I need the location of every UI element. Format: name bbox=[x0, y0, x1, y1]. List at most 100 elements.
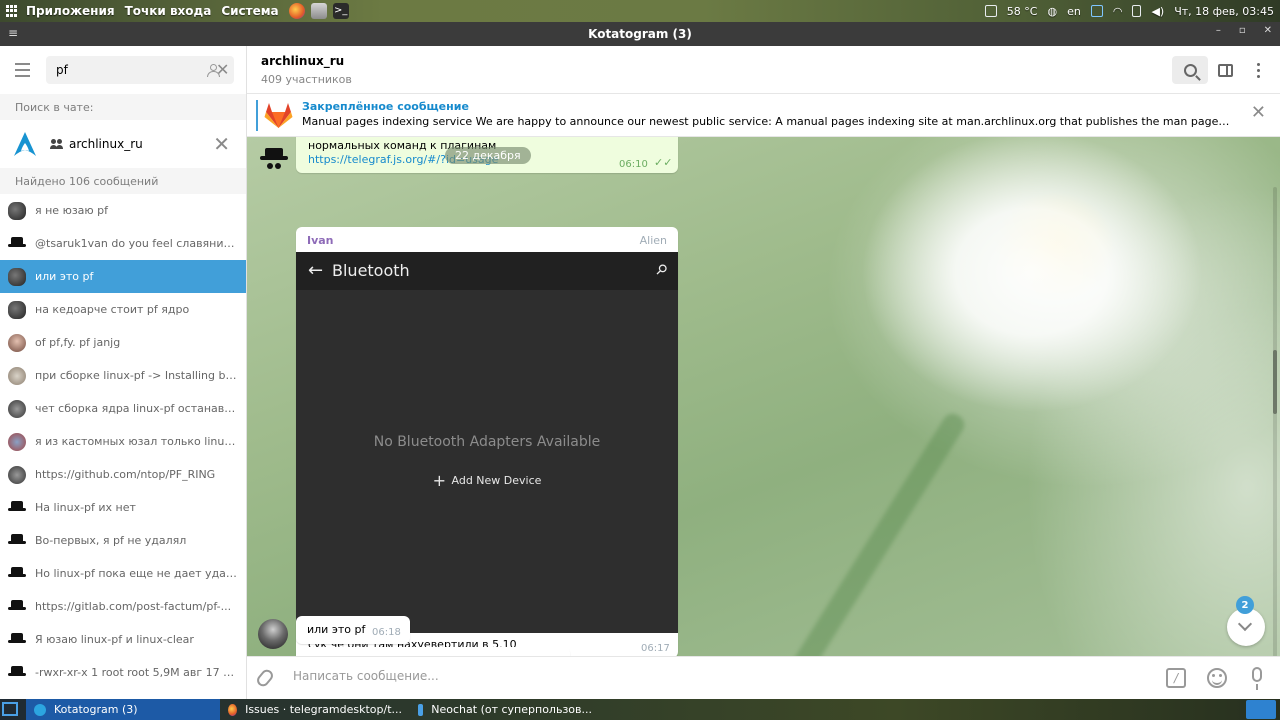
firefox-icon bbox=[228, 703, 238, 716]
avatar bbox=[8, 300, 26, 319]
telegram-tray-icon[interactable] bbox=[1246, 700, 1276, 719]
search-result-item[interactable]: при сборке linux-pf -> Installing bo... bbox=[0, 359, 246, 392]
terminal-launcher-icon[interactable]: >_ bbox=[332, 3, 349, 19]
neochat-icon bbox=[418, 703, 424, 716]
file-manager-launcher-icon[interactable] bbox=[310, 3, 327, 19]
message-input[interactable] bbox=[293, 669, 1093, 683]
chat-scrollbar[interactable] bbox=[1273, 187, 1277, 656]
search-result-item[interactable]: я из кастомных юзал только linux z... bbox=[0, 425, 246, 458]
avatar[interactable] bbox=[259, 142, 289, 172]
message-time: 06:17 bbox=[641, 643, 670, 654]
menu-applications[interactable]: Приложения bbox=[26, 4, 115, 18]
avatar bbox=[8, 235, 26, 253]
search-result-item[interactable]: https://github.com/ntop/PF_RING bbox=[0, 458, 246, 491]
volume-icon[interactable]: ◀) bbox=[1151, 5, 1164, 18]
task-firefox[interactable]: Issues · telegramdesktop/t... bbox=[220, 699, 410, 720]
message-bubble[interactable] bbox=[296, 647, 570, 656]
microphone-icon[interactable] bbox=[1252, 667, 1262, 690]
bluetooth-toolbar: ← Bluetooth ⚲ bbox=[296, 252, 678, 290]
search-result-text: я не юзаю pf bbox=[35, 204, 109, 217]
attach-paperclip-icon[interactable] bbox=[254, 667, 276, 689]
search-result-item[interactable]: На linux-pf их нет bbox=[0, 491, 246, 524]
firefox-launcher-icon[interactable] bbox=[288, 3, 305, 19]
cpu-sensor-icon[interactable] bbox=[984, 5, 997, 17]
menu-places[interactable]: Точки входа bbox=[125, 4, 212, 18]
shade-button[interactable]: ▫ bbox=[1239, 25, 1246, 36]
avatar bbox=[8, 432, 26, 451]
search-result-item[interactable]: -rwxr-xr-x 1 root root 5,9M авг 17 16:..… bbox=[0, 656, 246, 689]
globe-icon[interactable]: ◍ bbox=[1047, 5, 1057, 18]
search-results-list: я не юзаю pf @tsaruk1van do you feel слав… bbox=[0, 194, 246, 689]
search-result-text: или это pf bbox=[35, 270, 94, 283]
clock[interactable]: Чт, 18 фев, 03:45 bbox=[1174, 5, 1274, 18]
pinned-message-bar[interactable]: Закреплённое сообщение Manual pages inde… bbox=[247, 94, 1280, 137]
task-label: Issues · telegramdesktop/t... bbox=[245, 703, 402, 716]
menu-system[interactable]: Система bbox=[221, 4, 278, 18]
search-result-text: https://github.com/ntop/PF_RING bbox=[35, 468, 216, 481]
task-kotatogram[interactable]: Kotatogram (3) bbox=[26, 699, 220, 720]
close-window-button[interactable]: ✕ bbox=[1264, 25, 1272, 36]
search-result-text: Во-первых, я pf не удалял bbox=[35, 534, 187, 547]
gitlab-logo-icon bbox=[264, 103, 293, 128]
message-author[interactable]: Ivan bbox=[307, 234, 334, 247]
read-checkmarks-icon: ✓✓ bbox=[654, 156, 673, 169]
search-result-item[interactable]: Во-первых, я pf не удалял bbox=[0, 524, 246, 557]
more-options-button[interactable] bbox=[1240, 56, 1276, 84]
chat-member-count: 409 участников bbox=[261, 73, 352, 86]
window-menu-icon[interactable]: ≡ bbox=[8, 26, 18, 40]
avatar bbox=[8, 333, 26, 352]
search-result-item[interactable]: https://gitlab.com/post-factum/pf-... bbox=[0, 590, 246, 623]
clipboard-icon[interactable] bbox=[1090, 5, 1103, 17]
search-chat-scope[interactable]: archlinux_ru ✕ bbox=[0, 120, 246, 168]
search-result-text: https://gitlab.com/post-factum/pf-... bbox=[35, 600, 232, 613]
wifi-icon[interactable]: ◠ bbox=[1113, 5, 1123, 18]
search-result-text: на кедоарче стоит pf ядро bbox=[35, 303, 190, 316]
search-result-item[interactable]: Но linux-pf пока еще не дает удалит... bbox=[0, 557, 246, 590]
search-result-item[interactable]: или это pf bbox=[0, 260, 246, 293]
search-result-item[interactable]: я не юзаю pf bbox=[0, 194, 246, 227]
search-box: ✕ bbox=[46, 56, 234, 84]
task-neochat[interactable]: Neochat (от суперпользов... bbox=[410, 699, 600, 720]
search-result-item[interactable]: of pf,fy. pf janjg bbox=[0, 326, 246, 359]
avatar bbox=[8, 565, 26, 583]
avatar[interactable] bbox=[258, 619, 288, 649]
chevron-down-icon bbox=[1237, 616, 1253, 632]
search-result-text: при сборке linux-pf -> Installing bo... bbox=[35, 369, 237, 382]
hamburger-menu-icon[interactable] bbox=[15, 63, 30, 77]
search-result-text: Я юзаю linux-pf и linux-clear bbox=[35, 633, 194, 646]
wallpaper-decoration bbox=[747, 410, 969, 656]
search-in-chat-label: Поиск в чате: bbox=[0, 94, 246, 120]
minimize-button[interactable]: – bbox=[1216, 25, 1221, 36]
bot-commands-icon[interactable]: / bbox=[1166, 668, 1186, 688]
search-result-item[interactable]: Я юзаю linux-pf и linux-clear bbox=[0, 623, 246, 656]
close-pinned-icon[interactable]: ✕ bbox=[1251, 104, 1266, 122]
search-result-text: Но linux-pf пока еще не дает удалит... bbox=[35, 567, 237, 580]
message-time: 06:10 bbox=[619, 159, 648, 170]
battery-icon[interactable] bbox=[1132, 5, 1142, 17]
cancel-chat-search-icon[interactable]: ✕ bbox=[213, 134, 230, 154]
message-bubble[interactable]: или это pf 06:18 bbox=[296, 616, 410, 644]
search-result-text: @tsaruk1van do you feel славянизм i... bbox=[35, 237, 237, 250]
show-desktop-icon[interactable] bbox=[2, 702, 18, 716]
bluetooth-title: Bluetooth bbox=[332, 261, 410, 280]
date-separator: 22 декабря bbox=[445, 147, 531, 164]
avatar bbox=[8, 631, 26, 649]
apps-grid-icon[interactable] bbox=[6, 5, 18, 17]
group-icon bbox=[50, 139, 64, 149]
search-result-text: -rwxr-xr-x 1 root root 5,9M авг 17 16:..… bbox=[35, 666, 237, 679]
keyboard-layout[interactable]: en bbox=[1067, 5, 1081, 18]
scrollbar-thumb[interactable] bbox=[1273, 350, 1277, 414]
search-result-item[interactable]: @tsaruk1van do you feel славянизм i... bbox=[0, 227, 246, 260]
bluetooth-screenshot-image[interactable]: ← Bluetooth ⚲ No Bluetooth Adapters Avai… bbox=[296, 252, 678, 633]
pin-icon: ⚲ bbox=[651, 260, 671, 280]
window-title: Kotatogram (3) bbox=[588, 27, 692, 41]
toggle-info-panel-button[interactable] bbox=[1207, 56, 1243, 84]
chat-search-button[interactable] bbox=[1172, 56, 1208, 84]
search-result-item[interactable]: на кедоарче стоит pf ядро bbox=[0, 293, 246, 326]
chat-title[interactable]: archlinux_ru bbox=[261, 54, 344, 68]
avatar bbox=[8, 399, 26, 418]
emoji-icon[interactable] bbox=[1207, 668, 1227, 688]
more-vertical-icon bbox=[1256, 62, 1260, 78]
search-result-item[interactable]: чет сборка ядра linux-pf останавли... bbox=[0, 392, 246, 425]
search-input[interactable] bbox=[56, 63, 206, 77]
